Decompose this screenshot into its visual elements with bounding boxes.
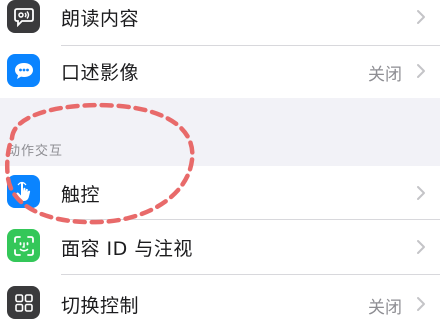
hand-pointer-icon xyxy=(7,175,40,208)
face-id-icon xyxy=(7,229,40,262)
switch-control-label: 切换控制 xyxy=(61,295,140,317)
accessibility-settings-screen: 朗读内容 口述影像 关闭 动作交互 触控 面容 ID 与注视 切换控制 关闭 xyxy=(0,0,440,320)
audio-descriptions-value: 关闭 xyxy=(368,65,402,85)
settings-row-touch[interactable]: 触控 xyxy=(0,166,440,217)
touch-label: 触控 xyxy=(61,184,101,206)
section-header-interaction: 动作交互 xyxy=(7,144,64,159)
grid-icon xyxy=(7,286,40,319)
audio-descriptions-label: 口述影像 xyxy=(61,62,140,84)
interaction-settings-group: 触控 面容 ID 与注视 切换控制 关闭 xyxy=(0,166,440,320)
settings-row-audio-descriptions[interactable]: 口述影像 关闭 xyxy=(0,46,440,97)
spoken-content-label: 朗读内容 xyxy=(61,8,140,30)
settings-row-spoken-content[interactable]: 朗读内容 xyxy=(0,0,440,42)
chevron-right-icon xyxy=(417,297,425,311)
chevron-right-icon xyxy=(417,10,425,24)
settings-row-face-id-attention[interactable]: 面容 ID 与注视 xyxy=(0,220,440,271)
speech-bubble-icon xyxy=(7,0,40,33)
settings-row-switch-control[interactable]: 切换控制 关闭 xyxy=(0,276,440,320)
row-separator xyxy=(61,274,440,275)
chevron-right-icon xyxy=(417,64,425,78)
chevron-right-icon xyxy=(417,240,425,254)
chevron-right-icon xyxy=(417,186,425,200)
face-id-attention-label: 面容 ID 与注视 xyxy=(61,238,193,260)
vision-settings-group: 朗读内容 口述影像 关闭 xyxy=(0,0,440,98)
switch-control-value: 关闭 xyxy=(368,298,402,318)
chat-bubble-icon xyxy=(7,54,40,87)
